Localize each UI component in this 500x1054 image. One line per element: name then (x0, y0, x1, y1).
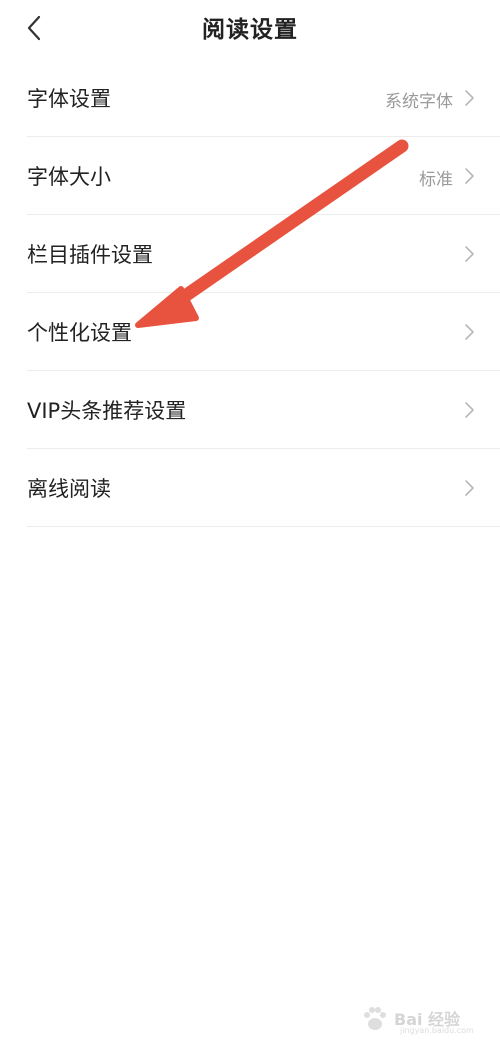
row-label: 栏目插件设置 (27, 243, 153, 267)
row-label: 离线阅读 (27, 477, 111, 501)
row-label: 个性化设置 (27, 321, 132, 345)
settings-row-font-size[interactable]: 字体大小 标准 (27, 137, 500, 215)
settings-list: 字体设置 系统字体 字体大小 标准 栏目插件设置 个性化设置 VIP头条推荐设置… (27, 59, 500, 527)
row-label: 字体大小 (27, 165, 111, 189)
row-value: 系统字体 (385, 92, 453, 112)
settings-row-personalization[interactable]: 个性化设置 (27, 293, 500, 371)
row-label: 字体设置 (27, 87, 111, 111)
watermark-subtext: jingyan.baidu.com (400, 1026, 474, 1035)
top-bar: 阅读设置 (0, 0, 500, 56)
chevron-right-icon (465, 90, 474, 106)
chevron-right-icon (465, 480, 474, 496)
settings-row-column-plugin[interactable]: 栏目插件设置 (27, 215, 500, 293)
watermark: Bai 经验 jingyan.baidu.com (360, 1002, 480, 1038)
settings-row-vip-headline[interactable]: VIP头条推荐设置 (27, 371, 500, 449)
page-title: 阅读设置 (202, 17, 298, 43)
row-value: 标准 (419, 170, 453, 190)
chevron-right-icon (465, 246, 474, 262)
settings-row-font-setting[interactable]: 字体设置 系统字体 (27, 59, 500, 137)
baidu-paw-icon (364, 1007, 386, 1030)
settings-row-offline-reading[interactable]: 离线阅读 (27, 449, 500, 527)
chevron-right-icon (465, 168, 474, 184)
chevron-right-icon (465, 402, 474, 418)
chevron-right-icon (465, 324, 474, 340)
row-label: VIP头条推荐设置 (27, 399, 187, 423)
